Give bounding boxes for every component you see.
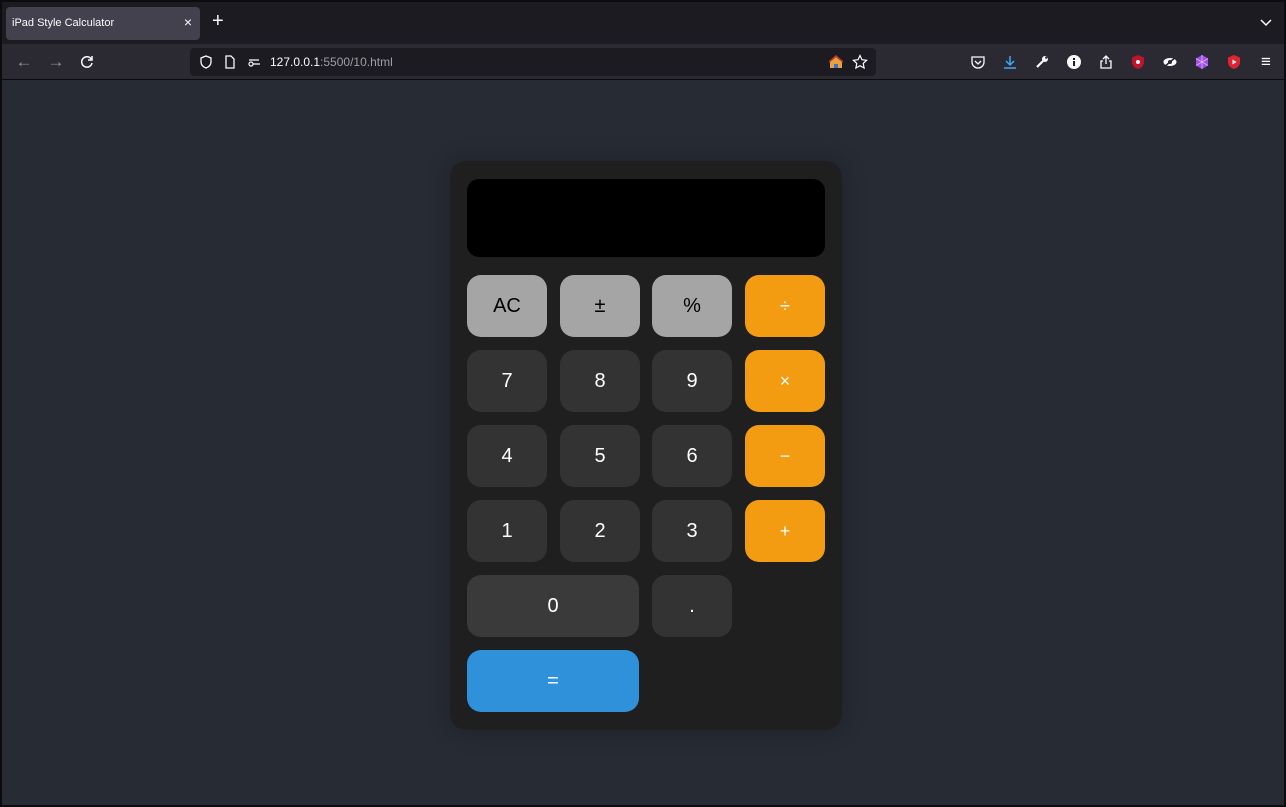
digit-4-button[interactable]: 4	[467, 425, 547, 487]
equals-button[interactable]: =	[467, 650, 639, 712]
url-host: 127.0.0.1	[270, 55, 321, 69]
divide-button[interactable]: ÷	[745, 275, 825, 337]
extension-eye-icon[interactable]	[1162, 54, 1178, 70]
menu-button[interactable]: ≡	[1256, 52, 1276, 72]
calculator: AC ± % ÷ 7 8 9 × 4 5 6 − 1 2 3 + 0 . =	[450, 161, 842, 730]
ublock-icon[interactable]	[1130, 54, 1146, 70]
digit-3-button[interactable]: 3	[652, 500, 732, 562]
digit-9-button[interactable]: 9	[652, 350, 732, 412]
url-text[interactable]: 127.0.0.1:5500/10.html	[270, 55, 393, 69]
download-icon[interactable]	[1002, 54, 1018, 70]
tab-active[interactable]: iPad Style Calculator ×	[6, 7, 200, 40]
percent-button[interactable]: %	[652, 275, 732, 337]
digit-7-button[interactable]: 7	[467, 350, 547, 412]
digit-8-button[interactable]: 8	[560, 350, 640, 412]
digit-5-button[interactable]: 5	[560, 425, 640, 487]
share-icon[interactable]	[1098, 54, 1114, 70]
new-tab-button[interactable]: +	[212, 11, 224, 31]
forward-button[interactable]: →	[46, 52, 66, 72]
chevron-down-icon[interactable]	[1258, 14, 1274, 30]
brave-shield-icon[interactable]	[1226, 54, 1242, 70]
multiply-button[interactable]: ×	[745, 350, 825, 412]
browser-window: iPad Style Calculator × + ← → 127.0.0.1:…	[0, 0, 1286, 807]
shield-icon[interactable]	[198, 54, 214, 70]
calculator-display	[467, 179, 825, 257]
reload-icon[interactable]	[78, 54, 96, 72]
minus-button[interactable]: −	[745, 425, 825, 487]
bookmark-star-icon[interactable]	[852, 54, 868, 70]
page-icon[interactable]	[222, 54, 238, 70]
tab-title: iPad Style Calculator	[12, 17, 115, 29]
page-content: AC ± % ÷ 7 8 9 × 4 5 6 − 1 2 3 + 0 . =	[2, 81, 1284, 805]
tab-strip: iPad Style Calculator × +	[2, 2, 1284, 44]
navigation-toolbar: ← → 127.0.0.1:5500/10.html ≡	[2, 44, 1284, 80]
digit-6-button[interactable]: 6	[652, 425, 732, 487]
url-path: :5500/10.html	[320, 55, 393, 69]
address-bar[interactable]: 127.0.0.1:5500/10.html	[190, 48, 876, 76]
pocket-icon[interactable]	[970, 54, 986, 70]
plus-button[interactable]: +	[745, 500, 825, 562]
home-icon[interactable]	[828, 54, 844, 70]
connection-icon[interactable]	[246, 54, 262, 70]
wrench-icon[interactable]	[1034, 54, 1050, 70]
digit-1-button[interactable]: 1	[467, 500, 547, 562]
info-icon[interactable]	[1066, 54, 1082, 70]
extension-cube-icon[interactable]	[1194, 54, 1210, 70]
plus-minus-button[interactable]: ±	[560, 275, 640, 337]
clear-button[interactable]: AC	[467, 275, 547, 337]
decimal-button[interactable]: .	[652, 575, 732, 637]
back-button[interactable]: ←	[14, 52, 34, 72]
digit-0-button[interactable]: 0	[467, 575, 639, 637]
close-icon[interactable]: ×	[184, 14, 192, 30]
digit-2-button[interactable]: 2	[560, 500, 640, 562]
